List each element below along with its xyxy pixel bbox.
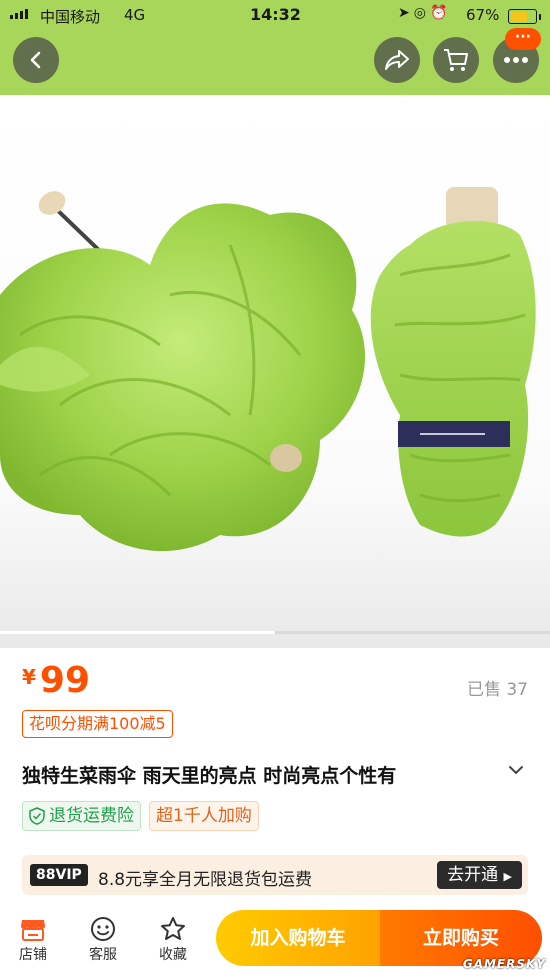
installment-promo[interactable]: 花呗分期满100减5 [22, 710, 173, 738]
vip-activate-button[interactable]: 去开通 ▶ [437, 861, 522, 889]
signal-icon [10, 9, 28, 19]
popularity-label: 超1千人加购 [156, 806, 252, 826]
shop-button[interactable]: 店铺 [8, 914, 58, 964]
product-title: 独特生菜雨伞 雨天里的亮点 时尚亮点个性有 [22, 765, 397, 787]
back-button[interactable] [13, 37, 59, 83]
service-button[interactable]: 客服 [78, 914, 128, 964]
chevron-left-icon [30, 51, 41, 69]
share-icon [385, 50, 409, 70]
carrier-name: 中国移动 [40, 8, 101, 26]
cart-button[interactable] [433, 37, 479, 83]
status-time: 14:32 [250, 5, 301, 24]
currency-symbol: ¥ [22, 665, 36, 689]
store-icon [21, 920, 45, 941]
return-insurance-label: 退货运费险 [49, 806, 134, 826]
share-button[interactable] [374, 37, 420, 83]
price-row: ¥99 [22, 660, 90, 701]
vip-badge: 88VIP [30, 864, 88, 886]
shield-check-icon [29, 807, 45, 825]
service-tags: 退货运费险 超1千人加购 [22, 801, 259, 831]
gallery-progress-bar [0, 631, 275, 634]
service-label: 客服 [89, 947, 117, 963]
chevron-down-icon[interactable] [506, 760, 526, 780]
vip-banner[interactable]: 88VIP 8.8元享全月无限退货包运费 去开通 ▶ [22, 855, 528, 895]
status-bar: 中国移动 4G 14:32 ➤◎⏰ 67% [0, 0, 550, 32]
battery-percent: 67% [466, 6, 500, 24]
popularity-tag: 超1千人加购 [149, 801, 259, 831]
product-image[interactable] [0, 95, 550, 648]
watermark: GAMERSKY [462, 957, 546, 971]
battery-icon [508, 9, 541, 24]
shop-label: 店铺 [19, 947, 47, 963]
network-type: 4G [124, 6, 146, 24]
cart-icon [444, 49, 468, 71]
cart-badge: ··· [505, 28, 541, 50]
return-insurance-tag[interactable]: 退货运费险 [22, 801, 141, 831]
vip-text: 8.8元享全月无限退货包运费 [98, 870, 313, 890]
customer-service-icon [91, 917, 115, 941]
more-icon [504, 57, 528, 63]
play-icon: ▶ [503, 870, 512, 883]
add-to-cart-button[interactable]: 加入购物车 [216, 910, 380, 966]
star-icon [161, 917, 185, 940]
top-header: 中国移动 4G 14:32 ➤◎⏰ 67% ··· [0, 0, 550, 95]
vip-activate-label: 去开通 [447, 865, 499, 885]
product-price: 99 [39, 660, 91, 701]
umbrella-photo [0, 187, 536, 552]
favorite-button[interactable]: 收藏 [148, 914, 198, 964]
gallery-progress [0, 631, 550, 634]
sold-count: 已售 37 [466, 680, 528, 700]
favorite-label: 收藏 [159, 947, 187, 963]
location-icon: ➤◎⏰ [398, 5, 452, 21]
